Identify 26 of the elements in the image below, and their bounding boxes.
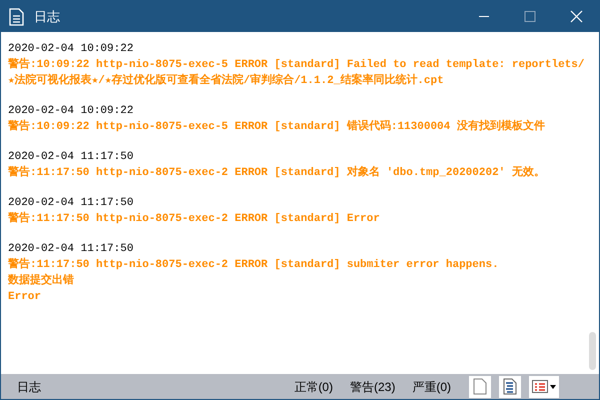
log-message: 警告:11:17:50 http-nio-8075-exec-2 ERROR [standard] Error: [8, 211, 381, 227]
log-timestamp: 2020-02-04 11:17:50: [8, 242, 134, 257]
status-count: 严重(0): [412, 378, 451, 396]
log-timestamp: 2020-02-04 11:17:50: [8, 150, 134, 165]
page-icon: [473, 378, 487, 395]
list-dropdown-button[interactable]: [529, 376, 559, 398]
log-timestamp: 2020-02-04 10:09:22: [8, 104, 134, 119]
status-label: 日志: [17, 378, 41, 396]
caret-icon: [550, 384, 556, 388]
log-message: 警告:10:09:22 http-nio-8075-exec-5 ERROR [standard] 错误代码:11300004 没有找到模板文件: [8, 119, 546, 135]
text-page-button[interactable]: [499, 376, 521, 398]
log-message: Error: [8, 290, 42, 305]
log-message: 警告:11:17:50 http-nio-8075-exec-2 ERROR [standard] submiter error happens.: [8, 257, 500, 273]
log-message: 警告:10:09:22 http-nio-8075-exec-5 ERROR [standard] Failed to read template: reportlets/★法院可视化报表★/★存过优化版可查看全省法院/审判综合/1.1.2_结案率同比统计.cpt: [8, 57, 585, 89]
blank-page-button[interactable]: [469, 376, 491, 398]
log-message: 警告:11:17:50 http-nio-8075-exec-2 ERROR [standard] 对象名 'dbo.tmp_20200202' 无效。: [8, 165, 546, 181]
log-timestamp: 2020-02-04 10:09:22: [8, 42, 134, 57]
scrollbar-thumb[interactable]: [589, 332, 596, 370]
status-count: 正常(0): [294, 378, 333, 396]
status-count: 警告(23): [350, 378, 396, 396]
document-icon: [8, 8, 24, 26]
log-message: 数据提交出错: [8, 273, 75, 289]
log-timestamp: 2020-02-04 11:17:50: [8, 196, 134, 211]
document-icon: [503, 378, 517, 395]
window-title: 日志: [34, 8, 60, 26]
list-icon: [532, 380, 548, 393]
